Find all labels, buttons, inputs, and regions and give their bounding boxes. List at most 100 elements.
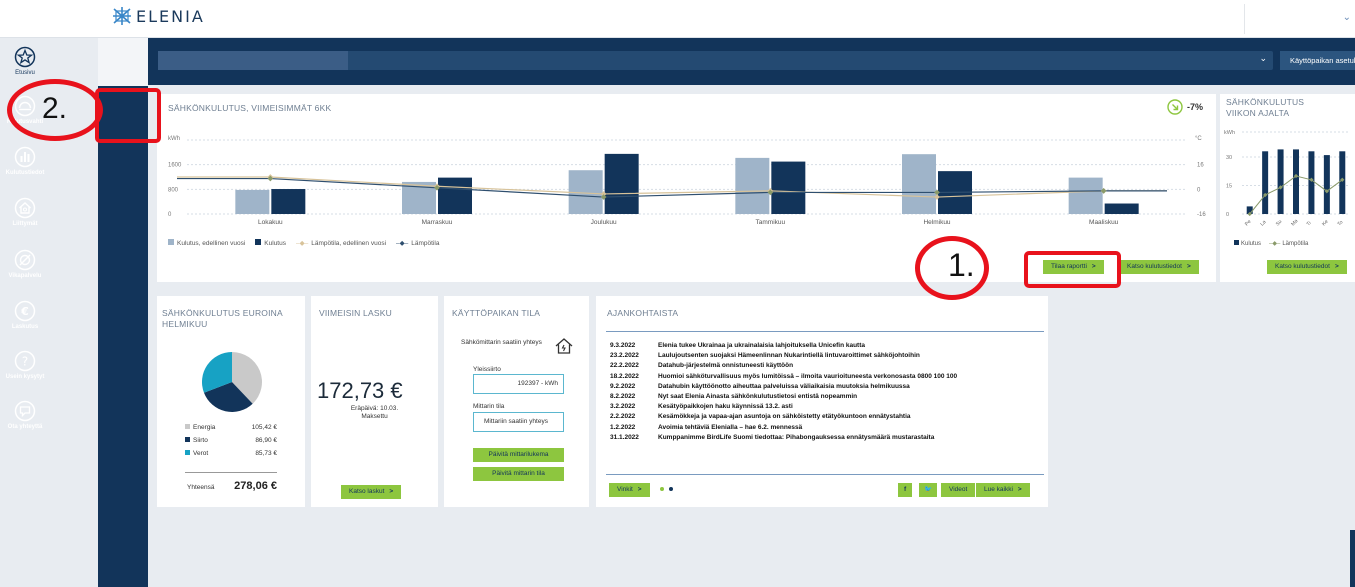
transfer-label: Yleissiirto [473, 366, 501, 373]
x-tick-label: Ti [1306, 220, 1313, 227]
news-headline[interactable]: Datahub-järjestelmä onnistuneesti käyttö… [658, 361, 793, 371]
annotation-box-one [1024, 251, 1121, 288]
y-tick-label: 0 [1226, 212, 1229, 218]
change-indicator: -7% [1167, 99, 1203, 115]
breakdown-row: Verot 85,73 € [185, 447, 277, 460]
news-headline[interactable]: Huomioi sähköturvallisuus myös lumitöiss… [658, 372, 957, 382]
chevron-right-icon: > [389, 488, 394, 495]
news-list: 9.3.2022 Elenia tukee Ukrainaa ja ukraina… [610, 341, 1040, 443]
y-tick-label: 1600 [168, 163, 182, 169]
label-verot: Verot [193, 450, 209, 457]
twitter-button[interactable]: 🐦 [919, 483, 938, 497]
consumption-title: SÄHKÖNKULUTUS, VIIMEISIMMÄT 6KK [168, 103, 332, 113]
sidebar-item-etusivu[interactable]: Etusivu [0, 46, 50, 76]
transfer-reading-field: 192397 - kWh [473, 374, 564, 394]
news-item[interactable]: 18.2.2022 Huomioi sähköturvallisuus myös … [610, 372, 1040, 382]
sidebar-item-ota-yhteytta[interactable]: Ota yhteyttä [0, 400, 50, 430]
view-consumption-label: Katso kulutustiedot [1127, 263, 1182, 270]
breakdown-value: 85,73 € [255, 450, 277, 457]
total-value: 278,06 € [234, 480, 277, 492]
sidebar-item-kulutustiedot[interactable]: Kulutustiedot [0, 146, 50, 176]
user-menu-chevron-icon[interactable]: ⌄ [1343, 12, 1351, 23]
weekly-card: SÄHKÖNKULUTUS VIIKON AJALTA kWh 30 15 0 Pe La… [1220, 94, 1355, 282]
breakdown-label: Verot [185, 447, 208, 460]
weekly-bar [1277, 149, 1284, 214]
news-card: AJANKOHTAISTA 9.3.2022 Elenia tukee Ukrai… [596, 296, 1048, 507]
view-consumption-button[interactable]: Katso kulutustiedot > [1119, 260, 1199, 274]
carousel-dot-active[interactable] [669, 487, 673, 491]
scroll-edge[interactable] [1350, 530, 1355, 587]
bar-current [1104, 203, 1139, 214]
sidebar-item-laskutus[interactable]: € Laskutus [0, 300, 50, 330]
house-icon [14, 197, 36, 219]
read-all-label: Lue kaikki [984, 486, 1013, 493]
weekly-bar [1339, 151, 1346, 214]
tips-button[interactable]: Vinkit > [609, 483, 650, 497]
weekly-view-consumption-button[interactable]: Katso kulutustiedot > [1267, 260, 1347, 274]
news-item[interactable]: 22.2.2022 Datahub-järjestelmä onnistunees… [610, 361, 1040, 371]
chart-legend: Kulutus, edellinen vuosi Kulutus –◆– Lämp… [168, 239, 439, 247]
news-item[interactable]: 3.2.2022 Kesätyöpaikkojen haku käynnissä … [610, 402, 1040, 412]
news-item[interactable]: 2.2.2022 Kesämökkeja ja vapaa-ajan asunto… [610, 412, 1040, 422]
news-headline[interactable]: Kesätyöpaikkojen haku käynnissä 13.2. as… [658, 402, 793, 412]
sidebar-item-usein-kysytyt[interactable]: ? Usein kysytyt [0, 350, 50, 380]
bar-previous-year [1068, 177, 1103, 214]
legend-label-consumption: Kulutus [1241, 241, 1262, 247]
x-tick-label: Maaliskuu [1089, 219, 1119, 226]
elenia-logo[interactable]: ELENIA [112, 6, 205, 26]
question-icon: ? [14, 350, 36, 372]
legend-label-prev-temp: Lämpötila, edellinen vuosi [311, 240, 387, 247]
site-settings-button[interactable]: Käyttöpaikan asetukset [1280, 51, 1355, 70]
y2-tick-label: 16 [1197, 163, 1204, 169]
facebook-button[interactable]: f [898, 483, 913, 497]
sidebar-item-liittymat[interactable]: Liittymät [0, 197, 50, 227]
news-item[interactable]: 8.2.2022 Nyt saat Elenia Ainasta sähkönku… [610, 392, 1040, 402]
news-item[interactable]: 9.2.2022 Datahubin käyttöönotto aiheuttaa… [610, 382, 1040, 392]
sidebar-item-label: Laskutus [11, 324, 39, 330]
news-headline[interactable]: Avoimia tehtäviä Elenialla – hae 6.2. me… [658, 423, 802, 433]
bar-current [604, 153, 639, 214]
legend-item: –◆– Lämpötila [396, 240, 440, 247]
news-headline[interactable]: Kesämökkeja ja vapaa-ajan asuntoja on sä… [658, 412, 911, 422]
news-headline[interactable]: Kumppanimme BirdLife Suomi tiedottaa: Pi… [658, 433, 934, 443]
news-item[interactable]: 31.1.2022 Kumppanimme BirdLife Suomi tied… [610, 433, 1040, 443]
legend-label-prev-consumption: Kulutus, edellinen vuosi [177, 240, 246, 247]
euro-title: SÄHKÖNKULUTUS EUROINA HELMIKUU [162, 308, 283, 329]
news-date: 2.2.2022 [610, 413, 636, 421]
news-date: 8.2.2022 [610, 392, 636, 400]
news-headline[interactable]: Datahubin käyttöönotto aiheuttaa palvelu… [658, 382, 910, 392]
sidebar-item-vikapalvelu[interactable]: Vikapalvelu [0, 249, 50, 279]
bar-previous-year [235, 189, 270, 214]
news-date: 22.2.2022 [610, 362, 639, 370]
no-power-icon [14, 249, 36, 271]
carousel-dot[interactable] [660, 487, 664, 491]
news-item[interactable]: 23.2.2022 Laulujoutsenten suojaksi Hämeen… [610, 351, 1040, 361]
news-item[interactable]: 1.2.2022 Avoimia tehtäviä Elenialla – hae… [610, 423, 1040, 433]
invoice-due: Eräpäivä: 10.03. [350, 405, 399, 412]
annotation-number-one: 1. [948, 247, 975, 283]
site-select[interactable]: ⌄ [158, 51, 1273, 70]
x-tick-label: Su [1275, 219, 1284, 228]
legend-label-temp: Lämpötila [411, 240, 440, 247]
news-item[interactable]: 9.3.2022 Elenia tukee Ukrainaa ja ukraina… [610, 341, 1040, 351]
legend-label-consumption: Kulutus [264, 240, 286, 247]
refresh-meter-status-button[interactable]: Päivitä mittarin tila [473, 467, 564, 481]
annotation-number-two: 2. [42, 92, 68, 125]
breakdown-value: 86,90 € [255, 437, 277, 444]
x-tick-label: Joulukuu [591, 219, 617, 226]
y-axis-label: kWh [168, 136, 180, 142]
read-all-button[interactable]: Lue kaikki > [976, 483, 1030, 497]
logo-text: ELENIA [136, 6, 205, 26]
legend-item: –◆– Lämpötila [1269, 241, 1309, 247]
bar-current [271, 189, 306, 214]
total-label: Yhteensä [187, 484, 215, 491]
invoice-amount: 172,73 € [317, 378, 403, 403]
news-headline[interactable]: Nyt saat Elenia Ainasta sähkönkulutustie… [658, 392, 857, 402]
news-headline[interactable]: Elenia tukee Ukrainaa ja ukrainalaisia l… [658, 341, 865, 351]
news-divider [606, 331, 1044, 332]
view-invoices-button[interactable]: Katso laskut > [341, 485, 402, 499]
y-tick-label: 15 [1226, 184, 1232, 190]
news-headline[interactable]: Laulujoutsenten suojaksi Hämeenlinnan Nu… [658, 351, 920, 361]
videos-button[interactable]: Videot [941, 483, 976, 497]
refresh-reading-button[interactable]: Päivitä mittarilukema [473, 448, 564, 462]
